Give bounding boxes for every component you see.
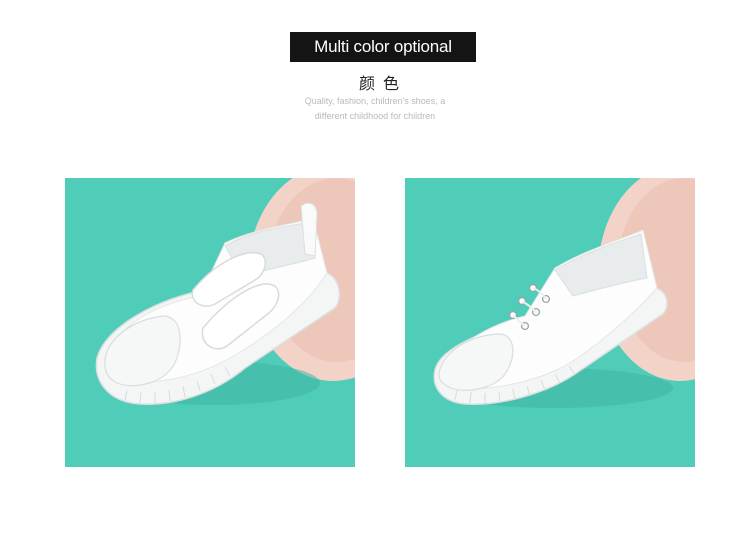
banner-label: Multi color optional (314, 37, 452, 56)
tagline-line-1: Quality, fashion, children's shoes, a (304, 96, 446, 106)
color-options-banner: Multi color optional (290, 32, 476, 62)
lace-shoe-image (433, 178, 695, 408)
product-photo-velcro-shoe (65, 178, 355, 467)
tagline-line-2: different childhood for children (314, 111, 436, 121)
product-photo-lace-shoe (405, 178, 695, 467)
section-title: 颜色 (358, 74, 407, 93)
velcro-shoe-image (95, 178, 355, 405)
